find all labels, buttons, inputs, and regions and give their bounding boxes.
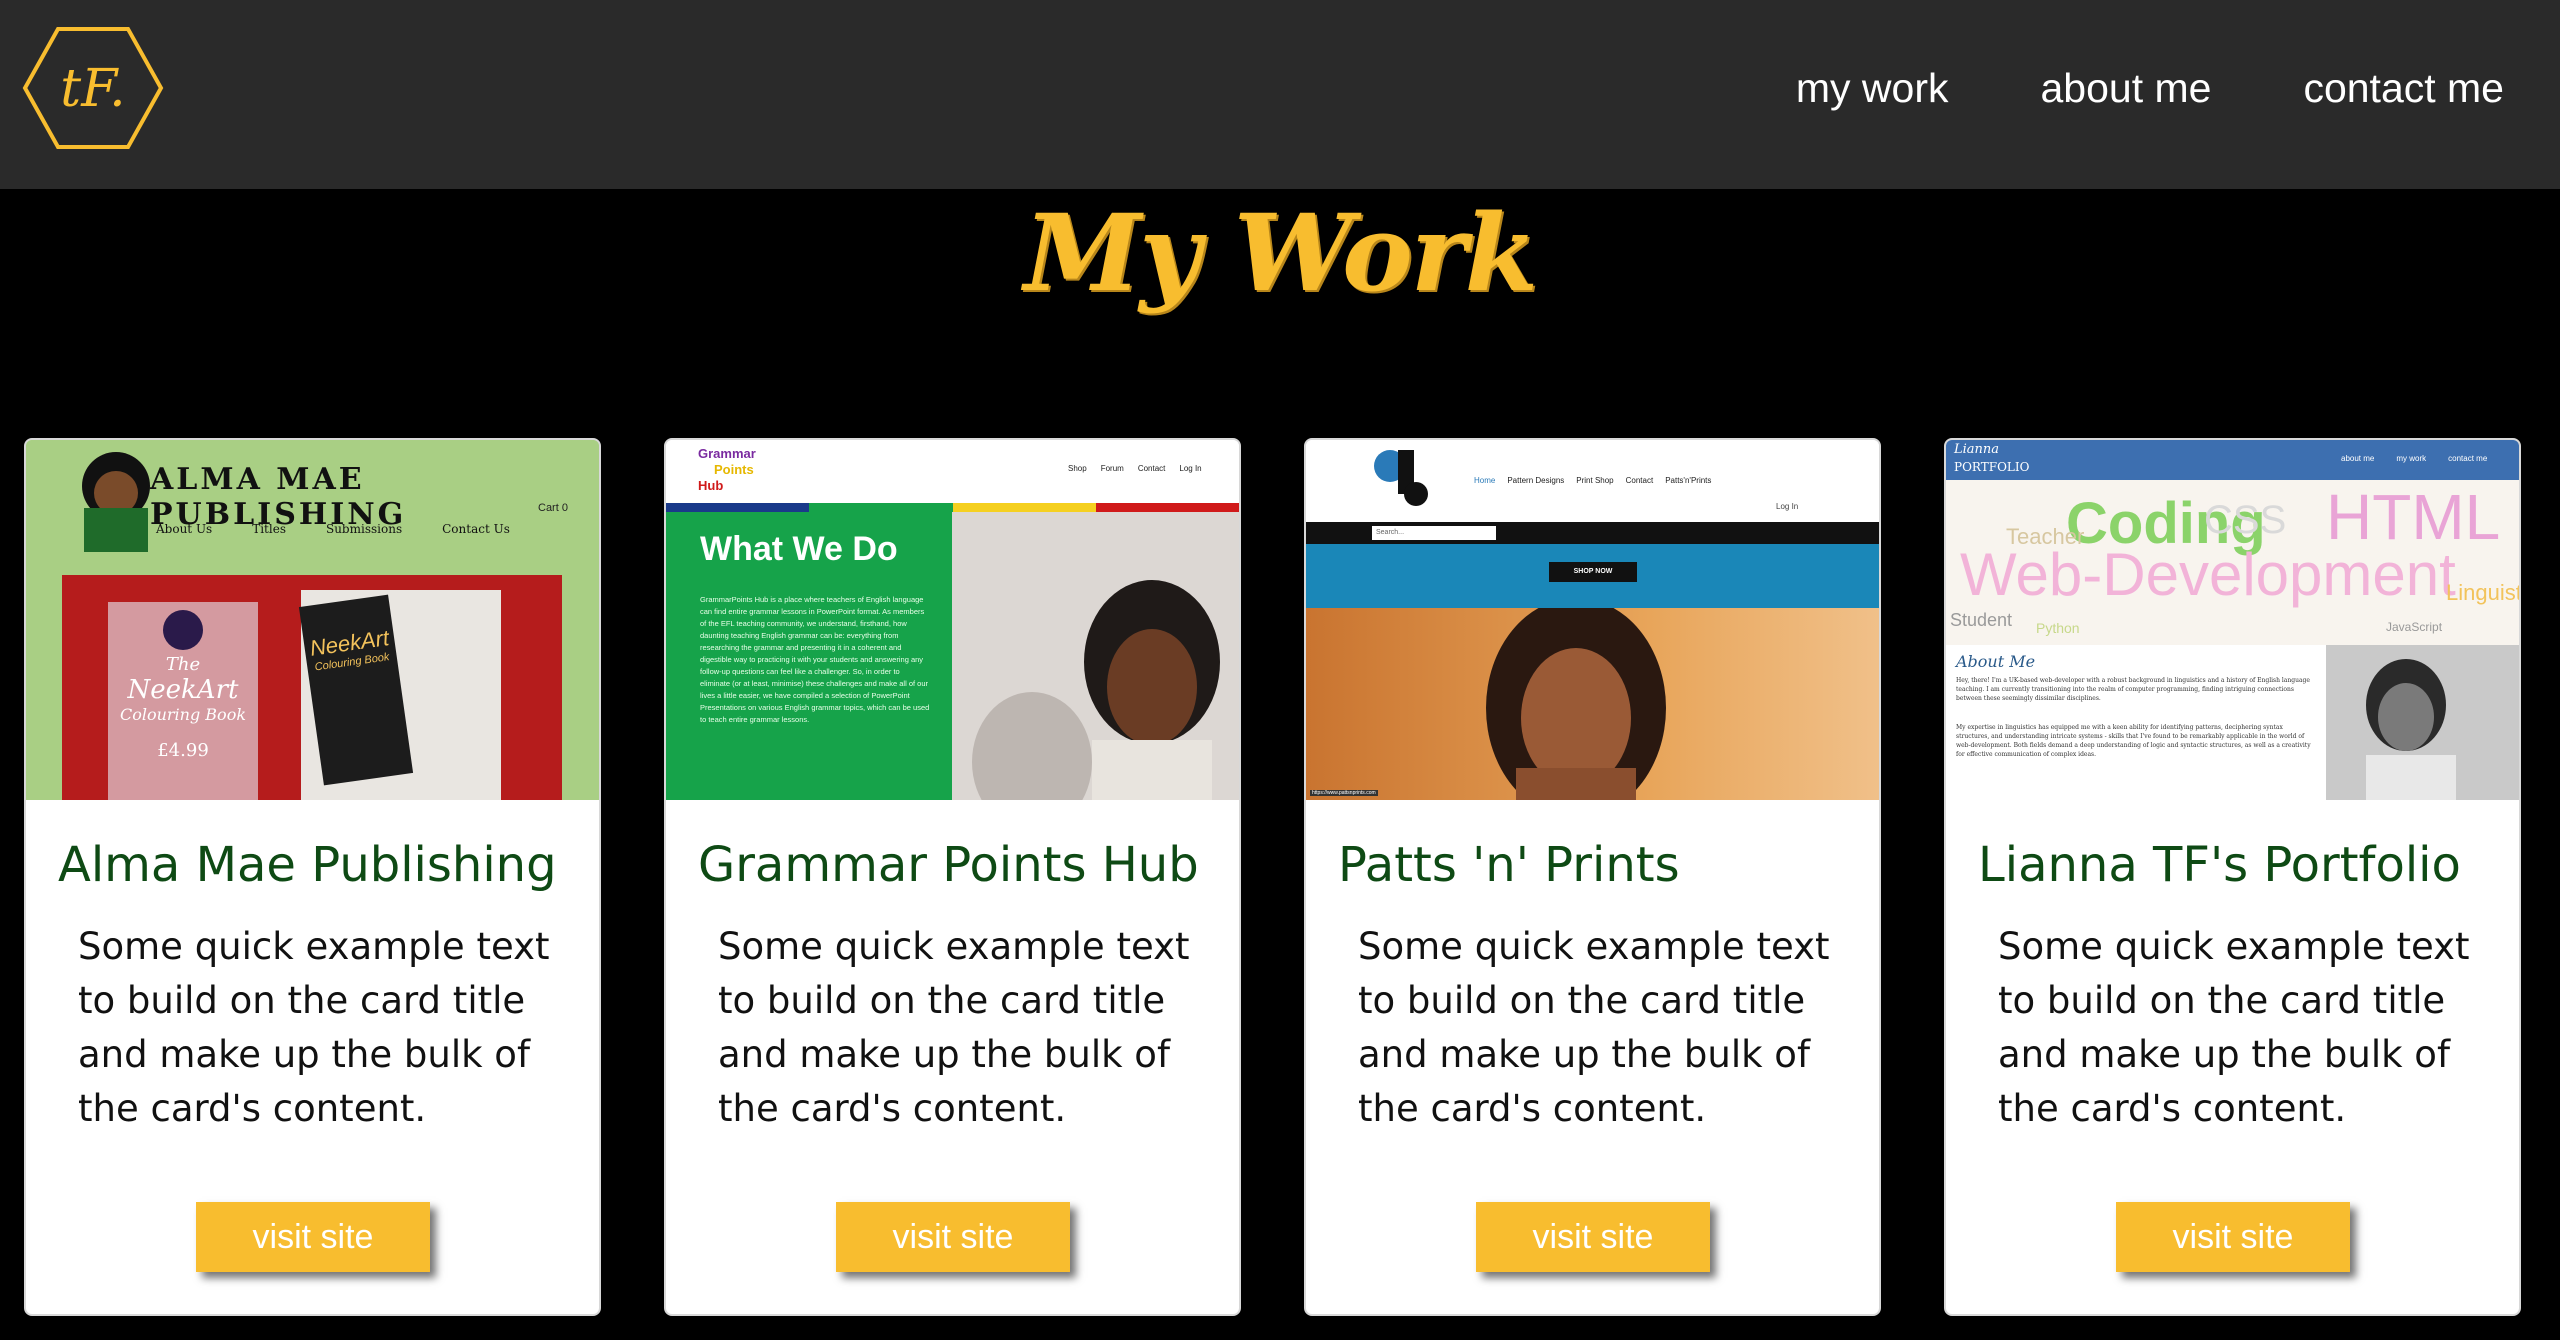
card-text: Some quick example text to build on the … [718,925,1190,1130]
thumb-about-p1: Hey, there! I'm a UK-based web-developer… [1956,677,2310,702]
card-text: Some quick example text to build on the … [1998,925,2470,1130]
project-card-grammar-points: Grammar Points Hub Shop Forum Contact Lo… [664,438,1241,1316]
card-thumbnail[interactable]: Home Pattern Designs Print Shop Contact … [1306,440,1879,800]
visit-site-button[interactable]: visit site [196,1202,430,1272]
card-text: Some quick example text to build on the … [1358,925,1830,1130]
model-photo-icon [1486,608,1666,800]
thumb-logo: Grammar Points Hub [698,446,756,493]
visit-site-button[interactable]: visit site [836,1202,1070,1272]
thumb-search: Search... [1372,526,1496,540]
thumb-login: Log In [1776,502,1799,511]
patts-logo-icon [1374,450,1428,506]
thumb-menu-item: Titles [252,522,286,536]
thumb-menu: Home Pattern Designs Print Shop Contact … [1474,476,1712,485]
thumb-menu-item: About Us [156,522,213,536]
card-title: Alma Mae Publishing [58,837,557,893]
project-card-portfolio: Lianna PORTFOLIO about me my work contac… [1944,438,2521,1316]
thumb-about-p2: My expertise in linguistics has equipped… [1956,724,2311,758]
thumb-about-title: About Me [1956,652,2036,671]
thumb-brand-bottom: PORTFOLIO [1954,460,2030,474]
project-card-alma-mae: ALMA MAE PUBLISHING About Us Titles Subm… [24,438,601,1316]
word-cloud: Coding HTML CSS Web-Development Teacher … [1946,480,2519,645]
person-photo-icon [972,580,1220,800]
thumb-cart: Cart 0 [538,502,568,514]
logo-text: tF. [60,59,125,119]
visit-site-button[interactable]: visit site [1476,1202,1710,1272]
card-thumbnail[interactable]: Grammar Points Hub Shop Forum Contact Lo… [666,440,1239,800]
thumb-menu: about me my work contact me [2341,454,2488,463]
nav-about-me[interactable]: about me [2041,58,2212,118]
nav-links: my work about me contact me [1796,58,2504,118]
visit-site-button[interactable]: visit site [2116,1202,2350,1272]
thumb-heading: What We Do [700,530,898,568]
card-title: Grammar Points Hub [698,837,1199,893]
logo-icon[interactable]: tF. [22,26,164,150]
card-title: Lianna TF's Portfolio [1978,837,2461,893]
thumb-menu-item: Contact Us [442,522,510,536]
thumb-shop-button: SHOP NOW [1549,562,1637,582]
card-thumbnail[interactable]: ALMA MAE PUBLISHING About Us Titles Subm… [26,440,599,800]
project-card-patts-n-prints: Home Pattern Designs Print Shop Contact … [1304,438,1881,1316]
page-title: My Work [1023,190,1538,315]
thumb-menu: Shop Forum Contact Log In [1068,464,1202,473]
thumb-menu-item: Submissions [325,522,403,536]
book-card: The NeekArt Colouring Book £4.99 [108,602,258,800]
thumb-menu: About Us Titles Submissions Contact Us [156,522,510,536]
portrait-photo-icon [2326,645,2519,800]
thumb-body: GrammarPoints Hub is a place where teach… [700,595,930,724]
navbar: tF. my work about me contact me [0,0,2560,189]
card-text: Some quick example text to build on the … [78,925,550,1130]
card-thumbnail[interactable]: Lianna PORTFOLIO about me my work contac… [1946,440,2519,800]
thumb-url: https://www.pattsnprints.com [1310,790,1378,796]
card-title: Patts 'n' Prints [1338,837,1680,893]
nav-my-work[interactable]: my work [1796,58,1949,118]
thumb-brand-top: Lianna [1954,442,2000,457]
nav-contact-me[interactable]: contact me [2303,58,2504,118]
